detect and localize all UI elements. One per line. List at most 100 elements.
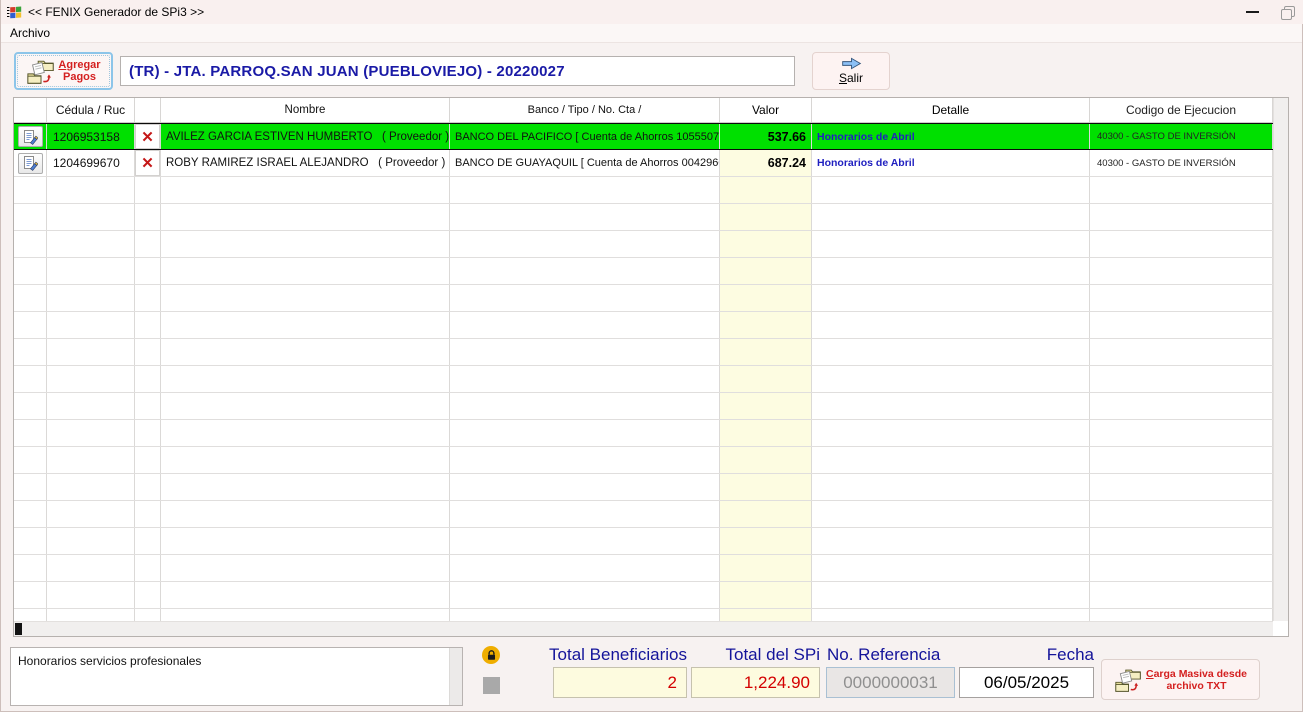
header-banco: Banco / Tipo / No. Cta / bbox=[450, 98, 720, 122]
horizontal-scrollbar[interactable] bbox=[14, 621, 1273, 636]
salir-button[interactable]: Salir bbox=[812, 52, 890, 90]
cell-banco bbox=[450, 312, 720, 338]
row-edit-cell bbox=[14, 420, 47, 446]
cell-codigo bbox=[1090, 285, 1273, 311]
cell-nombre bbox=[161, 420, 450, 446]
table-row[interactable]: 1204699670 ✕ ROBY RAMIREZ ISRAEL ALEJANDRO… bbox=[14, 150, 1273, 177]
cell-valor bbox=[720, 393, 812, 419]
cell-detalle bbox=[812, 177, 1090, 203]
cell-banco bbox=[450, 609, 720, 621]
cell-banco bbox=[450, 393, 720, 419]
table-row-empty bbox=[14, 420, 1273, 447]
horizontal-scrollbar-thumb[interactable] bbox=[15, 623, 22, 635]
cell-valor bbox=[720, 420, 812, 446]
row-delete-cell bbox=[135, 258, 161, 284]
edit-payment-button[interactable] bbox=[17, 126, 43, 147]
total-spi-value: 1,224.90 bbox=[691, 667, 820, 698]
row-delete-cell bbox=[135, 393, 161, 419]
vertical-scrollbar[interactable] bbox=[1273, 98, 1288, 621]
row-delete-cell bbox=[135, 528, 161, 554]
cell-codigo bbox=[1090, 420, 1273, 446]
no-referencia-value: 0000000031 bbox=[826, 667, 955, 698]
cell-cedula bbox=[47, 312, 135, 338]
row-delete-cell bbox=[135, 339, 161, 365]
row-edit-cell bbox=[14, 150, 47, 176]
delete-payment-button[interactable]: ✕ bbox=[135, 150, 160, 176]
cell-cedula bbox=[47, 474, 135, 500]
fecha-input[interactable]: 06/05/2025 bbox=[959, 667, 1094, 698]
agregar-pagos-label: Agregar Pagos bbox=[58, 59, 101, 83]
cell-detalle bbox=[812, 339, 1090, 365]
header-detalle: Detalle bbox=[812, 98, 1090, 122]
cell-nombre bbox=[161, 501, 450, 527]
row-edit-cell bbox=[14, 393, 47, 419]
cell-nombre bbox=[161, 528, 450, 554]
cell-detalle bbox=[812, 393, 1090, 419]
cell-nombre bbox=[161, 231, 450, 257]
lock-indicator bbox=[482, 646, 500, 664]
restore-button[interactable] bbox=[1281, 6, 1295, 20]
menu-item-archivo[interactable]: Archivo bbox=[1, 26, 59, 40]
cell-valor bbox=[720, 474, 812, 500]
cell-detalle bbox=[812, 447, 1090, 473]
table-row-empty bbox=[14, 177, 1273, 204]
entity-name-field[interactable]: (TR) - JTA. PARROQ.SAN JUAN (PUEBLOVIEJO… bbox=[120, 56, 795, 86]
cell-valor bbox=[720, 177, 812, 203]
cell-banco bbox=[450, 528, 720, 554]
cell-detalle bbox=[812, 501, 1090, 527]
table-row[interactable]: 1206953158 ✕ AVILEZ GARCIA ESTIVEN HUMBERT… bbox=[14, 123, 1273, 150]
cell-cedula bbox=[47, 555, 135, 581]
cell-valor bbox=[720, 555, 812, 581]
cell-codigo: 40300 - GASTO DE INVERSIÓN bbox=[1090, 124, 1273, 149]
minimize-button[interactable] bbox=[1246, 11, 1259, 13]
cell-codigo bbox=[1090, 177, 1273, 203]
cell-cedula bbox=[47, 285, 135, 311]
header-codigo: Codigo de Ejecucion bbox=[1090, 98, 1273, 122]
cell-nombre bbox=[161, 258, 450, 284]
row-delete-cell: ✕ bbox=[135, 124, 161, 149]
cell-valor bbox=[720, 285, 812, 311]
cell-cedula bbox=[47, 609, 135, 621]
cell-detalle bbox=[812, 231, 1090, 257]
table-row-empty bbox=[14, 528, 1273, 555]
cell-codigo bbox=[1090, 474, 1273, 500]
cell-detalle bbox=[812, 474, 1090, 500]
cell-nombre bbox=[161, 609, 450, 621]
cell-valor bbox=[720, 609, 812, 621]
cell-nombre bbox=[161, 393, 450, 419]
textarea-scrollbar[interactable] bbox=[449, 648, 462, 705]
exit-arrow-icon bbox=[841, 57, 862, 70]
row-delete-cell bbox=[135, 204, 161, 230]
salir-label: Salir bbox=[838, 71, 864, 85]
row-delete-cell bbox=[135, 312, 161, 338]
row-edit-cell bbox=[14, 501, 47, 527]
cell-detalle bbox=[812, 609, 1090, 621]
cell-detalle bbox=[812, 204, 1090, 230]
lock-icon bbox=[485, 649, 498, 662]
row-edit-cell bbox=[14, 258, 47, 284]
table-row-empty bbox=[14, 447, 1273, 474]
agregar-pagos-button[interactable]: Agregar Pagos bbox=[14, 52, 113, 90]
row-delete-cell bbox=[135, 285, 161, 311]
cell-cedula bbox=[47, 447, 135, 473]
cell-detalle bbox=[812, 258, 1090, 284]
carga-masiva-button[interactable]: Carga Masiva desde archivo TXT bbox=[1101, 659, 1260, 700]
cell-cedula bbox=[47, 528, 135, 554]
total-spi-label: Total del SPi bbox=[725, 645, 821, 664]
cell-banco bbox=[450, 447, 720, 473]
row-delete-cell bbox=[135, 177, 161, 203]
row-edit-cell bbox=[14, 124, 47, 149]
detalle-general-textarea[interactable]: Honorarios servicios profesionales bbox=[10, 647, 463, 706]
cell-cedula bbox=[47, 582, 135, 608]
gray-square-button[interactable] bbox=[483, 677, 500, 694]
edit-payment-button[interactable] bbox=[17, 152, 43, 174]
cell-banco bbox=[450, 582, 720, 608]
cell-detalle: Honorarios de Abril bbox=[812, 150, 1090, 176]
cell-nombre bbox=[161, 582, 450, 608]
cell-banco bbox=[450, 501, 720, 527]
delete-payment-button[interactable]: ✕ bbox=[135, 124, 160, 149]
cell-nombre bbox=[161, 312, 450, 338]
cell-cedula: 1204699670 bbox=[47, 150, 135, 176]
cell-cedula bbox=[47, 393, 135, 419]
cell-cedula bbox=[47, 204, 135, 230]
